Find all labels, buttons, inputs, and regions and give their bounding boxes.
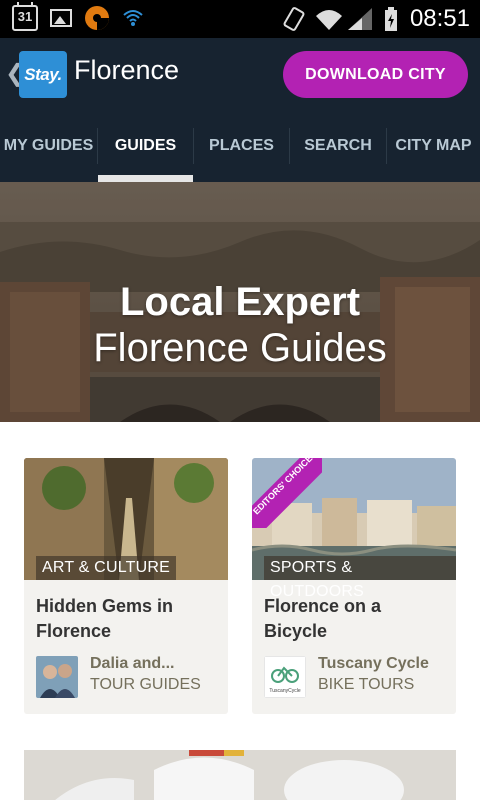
hero-title: Local Expert (119, 280, 361, 324)
tab-places[interactable]: PLACES (194, 110, 289, 182)
calendar-icon: 31 (12, 2, 38, 31)
author-logo: TuscanyCycle (264, 656, 306, 698)
rotate-icon (283, 7, 305, 31)
battery-icon (384, 7, 397, 31)
guides-list: ART & CULTURE Hidden Gems in Florence Da… (0, 422, 480, 800)
image-icon (50, 9, 72, 27)
svg-text:TuscanyCycle: TuscanyCycle (269, 688, 300, 694)
tab-search[interactable]: SEARCH (290, 110, 386, 182)
guide-card[interactable]: ART & CULTURE Hidden Gems in Florence Da… (24, 458, 228, 714)
clock: 08:51 (409, 5, 470, 32)
guide-title: Hidden Gems in Florence (36, 596, 174, 641)
editors-choice-badge: EDITORS' CHOICE (252, 458, 322, 528)
guide-card[interactable]: EDITORS' CHOICE SPORTS & OUTDOORS Floren… (252, 458, 456, 714)
guide-card-partial[interactable] (24, 750, 456, 800)
signal-icon (315, 8, 372, 30)
author-avatar (36, 656, 78, 698)
hero-subtitle: Florence Guides (93, 326, 387, 370)
tab-guides[interactable]: GUIDES (98, 110, 193, 182)
city-title: Florence (74, 55, 180, 85)
app-icon (85, 6, 109, 30)
author-role: BIKE TOURS (318, 676, 415, 693)
stay-logo[interactable]: Stay. (19, 51, 67, 98)
category-tag: SPORTS & OUTDOORS (264, 556, 456, 600)
tab-bar: MY GUIDES GUIDES PLACES SEARCH CITY MAP (0, 110, 480, 182)
hero-banner[interactable]: Local Expert Florence Guides (0, 182, 480, 422)
tab-city-map[interactable]: CITY MAP (387, 110, 480, 182)
author-name: Tuscany Cycle (318, 655, 429, 672)
tab-my-guides[interactable]: MY GUIDES (0, 110, 97, 182)
download-city-button[interactable]: DOWNLOAD CITY (283, 51, 468, 98)
guide-title: Florence on a Bicycle (264, 596, 382, 641)
wifi-icon (123, 10, 143, 26)
category-tag: ART & CULTURE (36, 556, 176, 580)
app-header: ❮ Stay. Florence DOWNLOAD CITY (0, 38, 480, 110)
status-bar: 31 08:51 (0, 0, 480, 38)
author-role: TOUR GUIDES (90, 676, 201, 693)
author-name: Dalia and... (90, 655, 175, 672)
